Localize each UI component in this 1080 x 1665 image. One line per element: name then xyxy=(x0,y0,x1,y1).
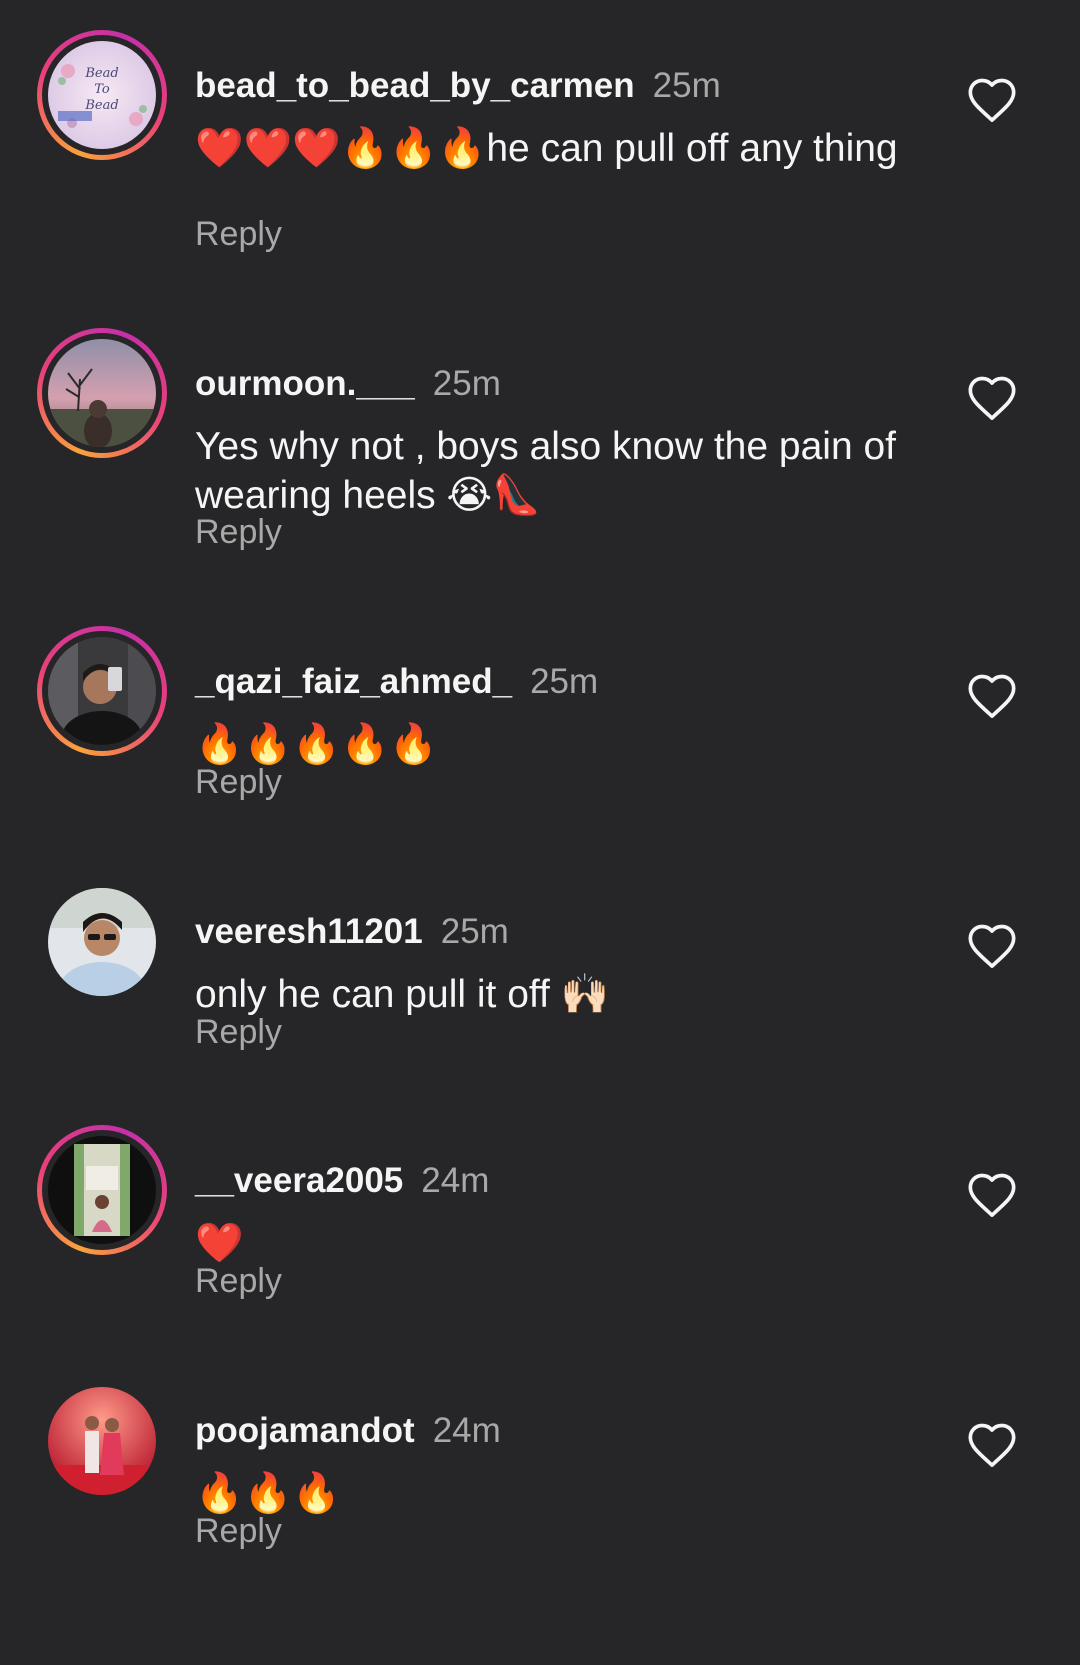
avatar[interactable] xyxy=(37,1125,167,1255)
avatar[interactable] xyxy=(48,888,156,996)
comment-header: _qazi_faiz_ahmed_ 25m xyxy=(195,662,598,702)
timestamp: 25m xyxy=(530,662,599,701)
avatar[interactable] xyxy=(37,626,167,756)
heart-outline-icon[interactable] xyxy=(966,922,1018,970)
comment-text: ❤️❤️❤️🔥🔥🔥he can pull off any thing xyxy=(195,127,898,170)
username[interactable]: veeresh11201 xyxy=(195,912,423,951)
timestamp: 25m xyxy=(440,912,509,951)
reply-button[interactable]: Reply xyxy=(195,1261,282,1301)
comment-item: Bead To Bead bead_to_bead_by_carmen 25m ❤… xyxy=(0,30,1080,320)
comment-item: __veera2005 24m ❤️ Reply xyxy=(0,1125,1080,1415)
username[interactable]: poojamandot xyxy=(195,1411,415,1450)
comment-item: ourmoon.___ 25m Yes why not , boys also k… xyxy=(0,328,1080,618)
tree-at-dusk-photo-avatar xyxy=(48,339,156,447)
comment-header: veeresh11201 25m xyxy=(195,912,509,952)
comment-header: ourmoon.___ 25m xyxy=(195,364,501,404)
avatar-logo-text: Bead To Bead xyxy=(85,66,119,113)
comment-item: _qazi_faiz_ahmed_ 25m 🔥🔥🔥🔥🔥 Reply xyxy=(0,626,1080,916)
username[interactable]: ourmoon.___ xyxy=(195,364,415,403)
reply-button[interactable]: Reply xyxy=(195,512,282,552)
reply-button[interactable]: Reply xyxy=(195,762,282,802)
timestamp: 24m xyxy=(421,1161,490,1200)
comments-list: Bead To Bead bead_to_bead_by_carmen 25m ❤… xyxy=(0,0,1080,1576)
heart-outline-icon[interactable] xyxy=(966,76,1018,124)
timestamp: 25m xyxy=(432,364,501,403)
man-in-sunglasses-photo-avatar xyxy=(48,888,156,996)
heart-outline-icon[interactable] xyxy=(966,374,1018,422)
doorway-portrait-photo-avatar xyxy=(48,1136,156,1244)
mirror-selfie-photo-avatar xyxy=(48,637,156,745)
comment-item: poojamandot 24m 🔥🔥🔥 Reply xyxy=(0,1375,1080,1665)
heart-outline-icon[interactable] xyxy=(966,672,1018,720)
username[interactable]: bead_to_bead_by_carmen xyxy=(195,66,635,105)
comment-text: only he can pull it off 🙌🏻 xyxy=(195,973,610,1016)
comment-text: 🔥🔥🔥 xyxy=(195,1472,341,1515)
comment-header: __veera2005 24m xyxy=(195,1161,489,1201)
couple-wedding-photo-avatar xyxy=(48,1387,156,1495)
comment-text: 🔥🔥🔥🔥🔥 xyxy=(195,723,438,766)
comment-text: ❤️ xyxy=(195,1222,244,1265)
comment-header: bead_to_bead_by_carmen 25m xyxy=(195,66,721,106)
comment-header: poojamandot 24m xyxy=(195,1411,501,1451)
heart-outline-icon[interactable] xyxy=(966,1421,1018,1469)
comment-text: Yes why not , boys also know the pain of… xyxy=(195,425,896,517)
avatar[interactable]: Bead To Bead xyxy=(37,30,167,160)
heart-outline-icon[interactable] xyxy=(966,1171,1018,1219)
username[interactable]: _qazi_faiz_ahmed_ xyxy=(195,662,512,701)
avatar[interactable] xyxy=(48,1387,156,1495)
timestamp: 24m xyxy=(432,1411,501,1450)
timestamp: 25m xyxy=(652,66,721,105)
avatar[interactable] xyxy=(37,328,167,458)
comment-item: veeresh11201 25m only he can pull it off … xyxy=(0,876,1080,1166)
username[interactable]: __veera2005 xyxy=(195,1161,403,1200)
reply-button[interactable]: Reply xyxy=(195,1511,282,1551)
reply-button[interactable]: Reply xyxy=(195,1012,282,1052)
reply-button[interactable]: Reply xyxy=(195,214,282,254)
